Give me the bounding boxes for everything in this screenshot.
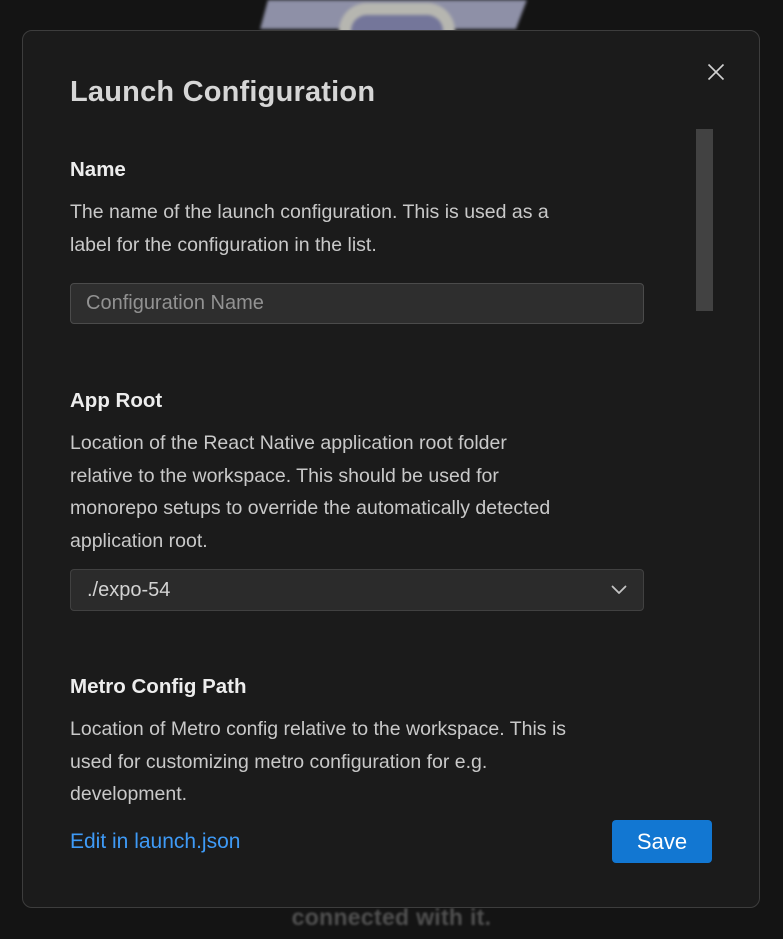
description-line: label for the configuration in the list. xyxy=(70,229,644,262)
section-heading-app-root: App Root xyxy=(70,387,644,415)
close-icon xyxy=(706,62,726,82)
description-line: Location of the React Native application… xyxy=(70,427,644,460)
description-line: Location of Metro config relative to the… xyxy=(70,713,644,746)
section-heading-name: Name xyxy=(70,156,644,184)
scrollbar-thumb[interactable] xyxy=(696,129,713,311)
description-line: development. xyxy=(70,778,644,811)
description-line: The name of the launch configuration. Th… xyxy=(70,196,644,229)
app-root-select-value: ./expo-54 xyxy=(87,579,170,602)
section-description-app-root: Location of the React Native application… xyxy=(70,427,644,557)
description-line: monorepo setups to override the automati… xyxy=(70,492,644,525)
app-root-select[interactable]: ./expo-54 xyxy=(70,569,644,611)
section-description-name: The name of the launch configuration. Th… xyxy=(70,196,644,261)
launch-configuration-dialog: Launch Configuration Name The name of th… xyxy=(22,30,760,908)
dialog-title: Launch Configuration xyxy=(70,75,644,110)
section-heading-metro-config-path: Metro Config Path xyxy=(70,673,644,701)
dialog-footer: Edit in launch.json Save xyxy=(70,820,712,863)
section-description-metro-config-path: Location of Metro config relative to the… xyxy=(70,713,644,811)
edit-in-launch-json-link[interactable]: Edit in launch.json xyxy=(70,830,240,854)
background-phone-icon xyxy=(252,0,542,29)
configuration-name-input[interactable] xyxy=(70,283,644,324)
chevron-down-icon xyxy=(611,585,627,595)
save-button[interactable]: Save xyxy=(612,820,712,863)
description-line: application root. xyxy=(70,525,644,558)
close-button[interactable] xyxy=(703,59,729,85)
description-line: used for customizing metro configuration… xyxy=(70,746,644,779)
description-line: relative to the workspace. This should b… xyxy=(70,460,644,493)
background-overflow-text: connected with it. xyxy=(0,904,783,931)
